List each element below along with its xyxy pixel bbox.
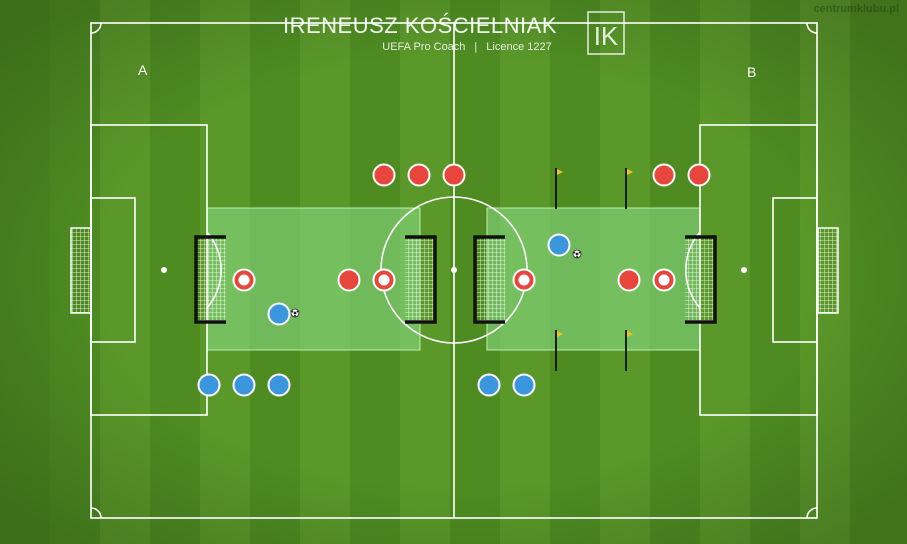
main-goal-right xyxy=(817,227,839,314)
small-goal-2 xyxy=(405,235,437,324)
penalty-spot-left xyxy=(161,267,167,273)
coach-licence: Licence 1227 xyxy=(486,41,552,53)
penalty-spot-right xyxy=(741,267,747,273)
small-goal-1 xyxy=(194,235,226,324)
small-goal-4 xyxy=(685,235,717,324)
red-player xyxy=(442,163,466,187)
pitch-label-a: A xyxy=(138,62,148,78)
red-player xyxy=(617,268,641,292)
football-pitch: IK xyxy=(0,0,907,544)
blue-player xyxy=(267,302,291,326)
blue-player xyxy=(512,373,536,397)
red-player xyxy=(372,163,396,187)
blue-player xyxy=(232,373,256,397)
blue-player xyxy=(197,373,221,397)
red-player xyxy=(652,163,676,187)
blue-player xyxy=(547,233,571,257)
coach-name: IRENEUSZ KOŚCIELNIAK xyxy=(282,13,558,38)
watermark: centrumklubu.pl xyxy=(813,3,899,15)
pitch-label-b: B xyxy=(747,64,757,80)
ball-icon xyxy=(290,308,300,318)
ball-icon xyxy=(572,249,582,259)
small-goal-3 xyxy=(473,235,505,324)
red-player xyxy=(337,268,361,292)
main-goal-left xyxy=(70,227,92,314)
subtitle-separator: | xyxy=(474,41,478,53)
coach-role: UEFA Pro Coach xyxy=(382,41,466,53)
centre-spot xyxy=(451,267,457,273)
coach-subtitle: UEFA Pro Coach | Licence 1227 xyxy=(0,41,907,53)
blue-player xyxy=(477,373,501,397)
tactics-board: IK IRENEUSZ KOŚCIELNIAK UEFA Pro Coach | L… xyxy=(0,0,907,544)
red-player xyxy=(687,163,711,187)
blue-player xyxy=(267,373,291,397)
red-player xyxy=(407,163,431,187)
